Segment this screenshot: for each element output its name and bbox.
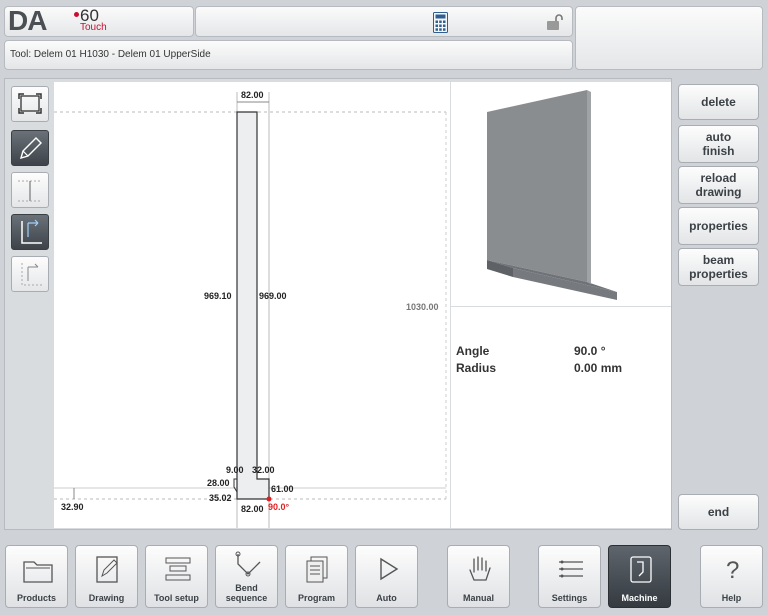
dim-angle: 90.0° [268, 502, 290, 512]
beam-properties-button[interactable]: beam properties [678, 248, 759, 286]
vertical-line-icon [18, 180, 42, 202]
dim-32: 32.00 [252, 465, 275, 475]
nav-auto-label: Auto [376, 593, 397, 603]
auto-finish-button[interactable]: auto finish [678, 125, 759, 163]
nav-manual[interactable]: Manual [447, 545, 510, 608]
status-panel [195, 6, 573, 37]
end-button[interactable]: end [678, 494, 759, 530]
tool-setup-icon [165, 557, 191, 581]
nav-settings[interactable]: Settings [538, 545, 601, 608]
play-icon [380, 557, 399, 581]
program-icon [306, 556, 328, 583]
bend-sequence-icon [235, 551, 261, 577]
delete-button[interactable]: delete [678, 84, 759, 120]
nav-tool-setup[interactable]: Tool setup [145, 545, 208, 608]
zoom-fit-tool[interactable] [11, 86, 49, 122]
folder-icon [23, 561, 53, 583]
dim-right-height: 969.00 [259, 291, 287, 301]
zoom-fit-icon [18, 93, 42, 114]
nav-bend-sequence-label: Bend sequence [225, 583, 268, 603]
radius-value: 0.00 mm [574, 361, 623, 375]
pencil-icon [19, 137, 42, 160]
settings-list-icon [559, 560, 583, 578]
drawing-canvas[interactable] [54, 82, 450, 528]
nav-help-label: Help [721, 593, 742, 603]
dim-top-width: 82.00 [241, 90, 264, 100]
nav-settings-label: Settings [551, 593, 588, 603]
draw-tool[interactable] [11, 130, 49, 166]
nav-machine[interactable]: Machine [608, 545, 671, 608]
nav-manual-label: Manual [462, 593, 494, 603]
logo-touch: Touch [80, 22, 107, 33]
offset-tool[interactable] [11, 256, 49, 292]
nav-products[interactable]: Products [5, 545, 68, 608]
unlock-icon[interactable] [546, 14, 564, 31]
reload-drawing-button[interactable]: reload drawing [678, 166, 759, 204]
corner-tool[interactable] [11, 214, 49, 250]
nav-tool-setup-label: Tool setup [154, 593, 199, 603]
radius-label: Radius [456, 361, 497, 375]
angle-value: 90.0 ° [574, 344, 606, 358]
dim-35: 35.02 [209, 493, 232, 503]
vertical-line-tool[interactable] [11, 172, 49, 208]
dim-offset: 32.90 [61, 502, 84, 512]
drawing-icon [96, 556, 118, 583]
nav-products-label: Products [16, 593, 56, 603]
dim-28: 28.00 [207, 478, 230, 488]
tool-title: Tool: Delem 01 H1030 - Delem 01 UpperSid… [10, 49, 211, 60]
tool-3d-preview[interactable] [451, 82, 671, 306]
dim-left-height: 969.10 [204, 291, 232, 301]
nav-drawing[interactable]: Drawing [75, 545, 138, 608]
hand-icon [469, 556, 491, 581]
nav-drawing-label: Drawing [88, 593, 125, 603]
dim-bottom-width: 82.00 [241, 504, 264, 514]
logo-da: DA [8, 5, 47, 36]
top-right-panel [575, 6, 763, 70]
machine-icon [630, 556, 652, 583]
tool-3d-shape [487, 90, 617, 300]
offset-icon [21, 263, 42, 286]
properties-button[interactable]: properties [678, 207, 759, 245]
logo-dot [74, 12, 79, 17]
corner-dimension-icon [21, 219, 42, 244]
tool-profile-drawing [54, 92, 447, 528]
info-panel [451, 307, 671, 528]
nav-program-label: Program [297, 593, 335, 603]
nav-bend-sequence[interactable]: Bend sequence [215, 545, 278, 608]
help-icon: ? [726, 557, 739, 584]
calculator-icon[interactable] [433, 12, 448, 33]
nav-machine-label: Machine [621, 593, 658, 603]
svg-text:?: ? [726, 557, 739, 584]
nav-help[interactable]: ? Help [700, 545, 763, 608]
dim-61: 61.00 [271, 484, 294, 494]
nav-auto[interactable]: Auto [355, 545, 418, 608]
dim-total-height: 1030.00 [406, 302, 439, 312]
nav-program[interactable]: Program [285, 545, 348, 608]
dim-9: 9.00 [226, 465, 244, 475]
angle-label: Angle [456, 344, 490, 358]
